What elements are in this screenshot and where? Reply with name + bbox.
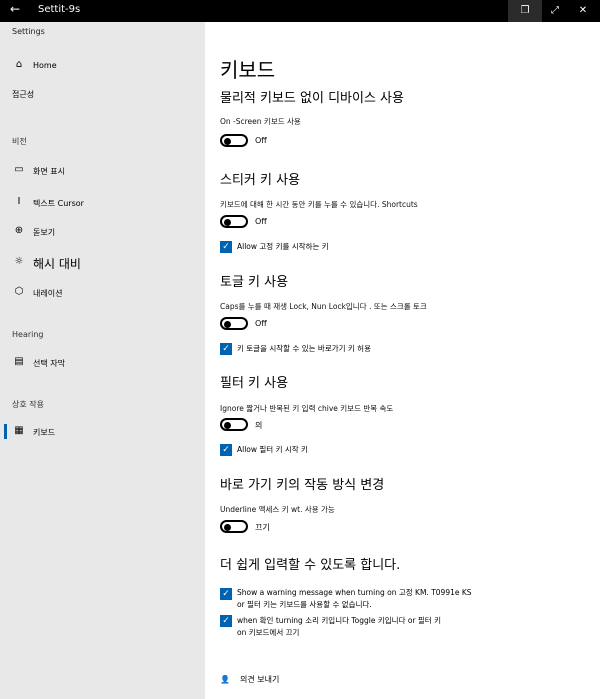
feedback-label: 의견 보내기 [239,675,280,684]
warning-message-label-line1: Show a warning message when turning on 고… [237,588,472,597]
sidebar-item-closed-captions[interactable]: ▤ 선택 자막 [0,352,205,374]
restore-icon[interactable]: ❐ [508,0,542,22]
app-title: Settings [12,27,45,36]
sidebar-item-label: 해시 대비 [33,257,81,271]
section-heading-shortcut-behavior: 바로 가기 키의 작동 방식 변경 [220,478,385,493]
sidebar-item-label: Home [33,61,57,70]
onscreen-keyboard-toggle[interactable] [220,134,248,147]
sidebar-item-narrator[interactable]: ⬡ 내레이션 [0,282,205,304]
underline-access-keys-desc: Underline 액세스 키 wt. 사용 가능 [220,505,335,514]
sidebar-item-label: 키보드 [33,428,56,437]
keyboard-icon: ▦ [14,425,24,436]
sidebar-item-label: 텍스트 Cursor [33,199,84,208]
section-heading-onscreen: 물리적 키보드 없이 디바이스 사용 [220,91,404,106]
filter-keys-desc: Ignore 짧거나 반복된 키 입력 chive 키보드 반복 속도 [220,404,394,413]
monitor-icon: ▭ [14,164,24,175]
section-heading-typing: 더 쉽게 입력할 수 있도록 합니다. [220,558,401,573]
sticky-keys-shortcut-checkbox[interactable]: ✓ [220,241,232,253]
sticky-keys-desc: 키보드에 대해 한 시간 동안 키를 누를 수 있습니다. Shortcuts [220,200,418,209]
narrator-icon: ⬡ [14,286,24,297]
toggle-keys-shortcut-label: 키 토글을 시작할 수 있는 바로가기 키 허용 [237,344,371,353]
sidebar-group-vision: 비전 [12,137,27,146]
sidebar-group-hearing: Hearing [12,330,44,339]
sidebar-item-label: 화면 표시 [33,167,65,176]
window-title: Settit-9s [38,4,81,15]
title-bar: ← Settit-9s ❐ ⤢ ✕ [0,0,600,22]
sun-icon: ☼ [14,256,24,267]
sidebar-item-text-cursor[interactable]: I 텍스트 Cursor [0,192,205,214]
toggle-keys-toggle-state: Off [255,319,267,328]
sticky-keys-toggle-state: Off [255,217,267,226]
toggle-keys-shortcut-checkbox[interactable]: ✓ [220,343,232,355]
magnifier-icon: ⊕ [14,225,24,236]
sidebar-item-high-contrast[interactable]: ☼ 해시 대비 [0,252,205,274]
sidebar-item-magnifier[interactable]: ⊕ 돋보기 [0,221,205,243]
sticky-keys-toggle[interactable] [220,215,248,228]
underline-access-keys-toggle[interactable] [220,520,248,533]
sidebar-search-label: 접근성 [12,90,35,99]
send-feedback-link[interactable]: 👤 의견 보내기 [220,674,279,685]
toggle-knob [224,320,231,328]
section-heading-filter-keys: 필터 키 사용 [220,376,289,391]
sidebar-search-box[interactable]: 접근성 [0,83,205,105]
page-title: 키보드 [220,58,276,82]
underline-access-keys-toggle-state: 끄기 [255,523,270,532]
filter-keys-toggle[interactable] [220,418,248,431]
sidebar: Settings ⌂ Home 접근성 비전 ▭ 화면 표시 I 텍스트 Cur… [0,22,205,699]
sidebar-group-interaction: 상호 작용 [12,400,44,409]
section-heading-toggle-keys: 토글 키 사용 [220,275,289,290]
toggle-knob [224,421,231,429]
feedback-icon: 👤 [220,675,230,684]
text-cursor-icon: I [17,196,21,207]
warning-message-label-line2: or 필터 키는 키보드를 사용할 수 없습니다. [237,600,372,609]
back-icon[interactable]: ← [10,2,20,16]
sound-on-toggle-checkbox[interactable]: ✓ [220,615,232,627]
toggle-keys-toggle[interactable] [220,317,248,330]
onscreen-keyboard-toggle-state: Off [255,136,267,145]
sidebar-item-home[interactable]: ⌂ Home [0,55,205,77]
toggle-knob [224,523,231,531]
section-heading-sticky-keys: 스티커 키 사용 [220,173,301,188]
filter-keys-toggle-state: 의 [255,421,263,430]
onscreen-keyboard-desc: On -Screen 키보드 사용 [220,117,301,126]
sound-on-toggle-label-line1: when 확인 turning 소리 키입니다 Toggle 키입니다 or 필… [237,616,441,625]
filter-keys-shortcut-label: Allow 필터 키 시작 키 [237,445,308,454]
sidebar-item-label: 선택 자막 [33,359,65,368]
sidebar-item-label: 내레이션 [33,289,63,298]
close-icon[interactable]: ✕ [566,0,600,22]
filter-keys-shortcut-checkbox[interactable]: ✓ [220,444,232,456]
main-content: 키보드 물리적 키보드 없이 디바이스 사용 On -Screen 키보드 사용… [205,22,600,699]
sidebar-item-label: 돋보기 [33,228,56,237]
toggle-knob [224,137,231,145]
sticky-keys-shortcut-label: Allow 고정 키를 시작하는 키 [237,242,329,251]
warning-message-checkbox[interactable]: ✓ [220,588,232,600]
home-icon: ⌂ [15,59,23,70]
sidebar-item-display[interactable]: ▭ 화면 표시 [0,160,205,182]
captions-icon: ▤ [14,356,24,367]
toggle-keys-desc: Caps를 누를 때 재생 Lock, Nun Lock입니다 . 또는 스크롤… [220,302,427,311]
toggle-knob [224,218,231,226]
sound-on-toggle-label-line2: on 키보드에서 끄기 [237,628,300,637]
sidebar-item-keyboard[interactable]: ▦ 키보드 [0,421,205,443]
